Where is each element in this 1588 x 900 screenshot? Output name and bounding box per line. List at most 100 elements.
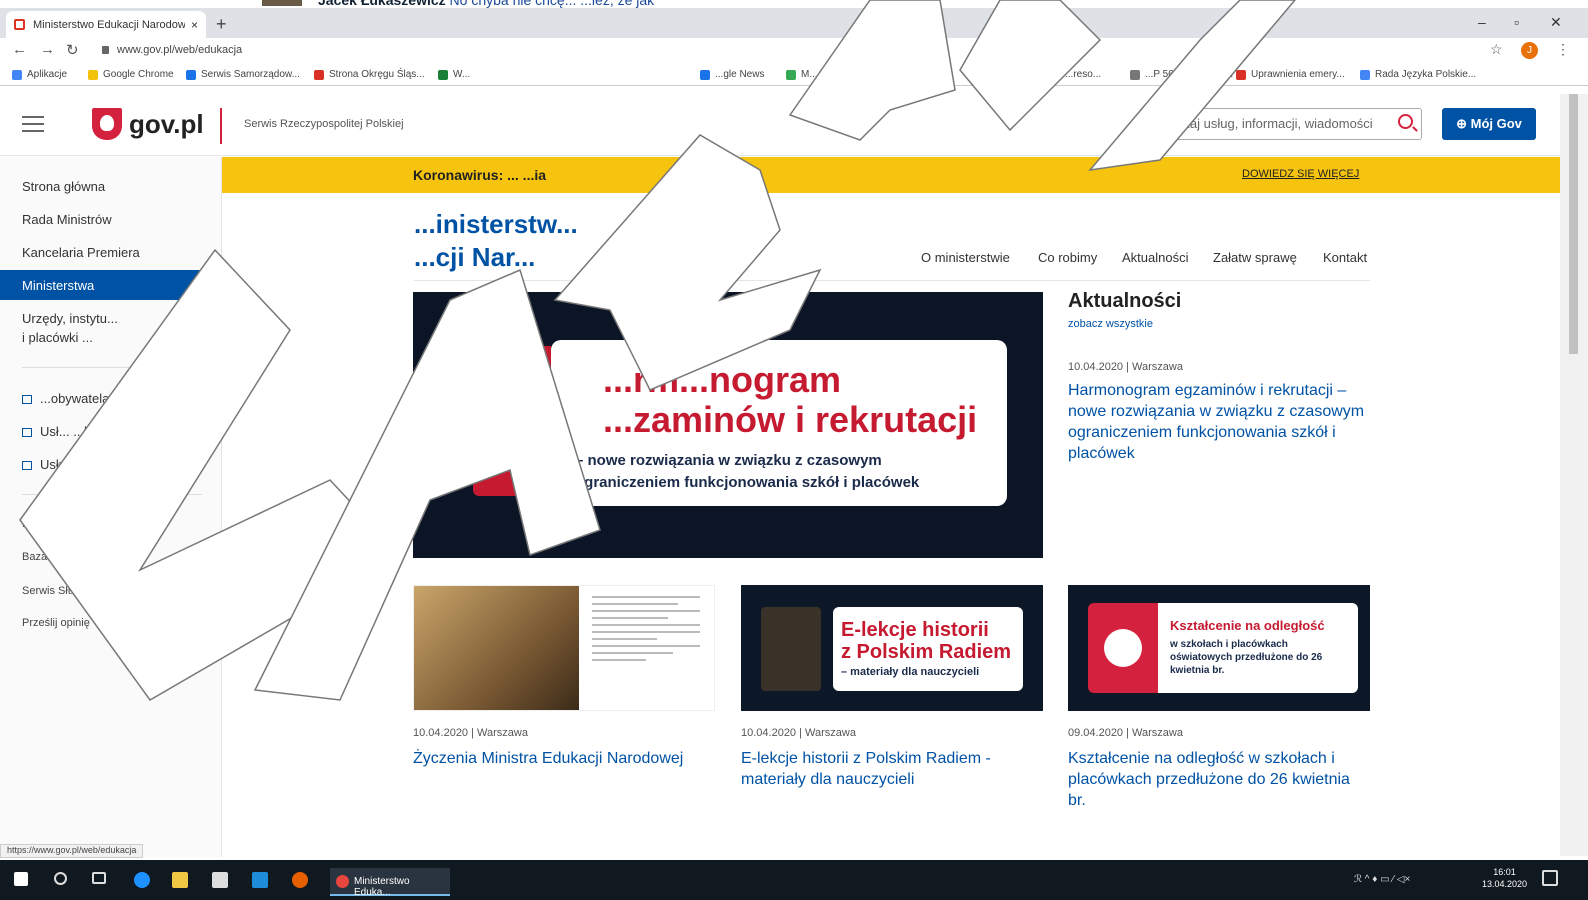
tile-image-title: E-lekcje historii z Polskim Radiem [841, 619, 1012, 663]
search-icon[interactable] [1398, 114, 1413, 129]
bookmark-item[interactable]: Strona Okręgu Śląs... [314, 69, 425, 80]
tile-image-easter[interactable] [413, 585, 715, 711]
bookmark-item[interactable]: Aplikacje [12, 69, 67, 80]
monitor-icon [22, 461, 32, 471]
search-icon[interactable] [54, 872, 67, 885]
sidebar-item-official[interactable]: Usługi dla urzędnika [22, 457, 157, 472]
tile-link-elessons[interactable]: E-lekcje historii z Polskim Radiem - mat… [741, 748, 1031, 790]
sidebar-divider [22, 367, 202, 368]
url-text: www.gov.pl/web/edukacja [117, 44, 243, 56]
bookmark-favicon-icon [438, 69, 448, 80]
bookmark-favicon-icon [314, 69, 324, 80]
bookmark-favicon-icon [1360, 69, 1370, 80]
tile-image-distance-learning[interactable]: Kształcenie na odległość w szkołach i pl… [1068, 585, 1370, 711]
sidebar-item-citizen[interactable]: ...obywatela [22, 391, 109, 406]
sidebar-divider [22, 494, 202, 495]
nav-about[interactable]: O ministerstwie [921, 250, 1010, 265]
hamburger-menu-icon[interactable] [22, 116, 44, 137]
system-tray[interactable]: ℛ ^ ♦ ▭ ⁄ ◁× [1354, 874, 1410, 885]
lock-icon [102, 46, 109, 55]
bookmark-item[interactable]: ...reso... [1050, 69, 1101, 80]
back-arrow-icon[interactable]: ← [12, 41, 27, 58]
scrollbar-thumb[interactable] [1569, 94, 1578, 354]
bookmark-item[interactable]: W... [438, 69, 470, 80]
store-icon[interactable] [212, 872, 228, 888]
alert-message: Koronawirus: ... ...ia [413, 167, 547, 183]
bookmark-item[interactable]: ...gle News [700, 69, 764, 80]
eagle-emblem-icon [92, 108, 122, 140]
minimize-button[interactable]: – [1478, 14, 1486, 30]
tab-close-icon[interactable]: × [191, 18, 198, 32]
close-window-button[interactable]: ✕ [1550, 14, 1562, 31]
sidebar-item-offices[interactable]: Urzędy, instytu... [22, 311, 118, 326]
hero-banner[interactable]: ...rm...nogram ...zaminów i rekrutacji –… [413, 292, 1043, 558]
news-meta: 10.04.2020 | Warszawa [1068, 361, 1183, 373]
reload-icon[interactable]: ↻ [66, 41, 79, 59]
bookmark-favicon-icon [1130, 69, 1140, 80]
forward-arrow-icon[interactable]: → [40, 41, 55, 58]
browser-tab-bar: Ministerstwo Edukacji Narodow × + – ▫ ✕ [0, 8, 1588, 38]
sidebar-item-chancellery[interactable]: Kancelaria Premiera [22, 245, 140, 260]
gov-logo[interactable]: gov.pl [92, 108, 204, 140]
browser-menu-icon[interactable]: ⋮ [1556, 41, 1570, 58]
maximize-button[interactable]: ▫ [1514, 14, 1519, 30]
sidebar: Strona główna Rada Ministrów Kancelaria … [0, 157, 222, 857]
sidebar-item-ministries[interactable]: Ministerstwa [0, 270, 222, 300]
nav-news[interactable]: Aktualności [1122, 250, 1188, 265]
sidebar-item-council[interactable]: Rada Ministrów [22, 212, 112, 227]
tile-link-distance-learning[interactable]: Kształcenie na odległość w szkołach i pl… [1068, 748, 1372, 811]
alert-learn-more-link[interactable]: DOWIEDZ SIĘ WIĘCEJ [1242, 168, 1359, 180]
tile-image-elessons[interactable]: E-lekcje historii z Polskim Radiem – mate… [741, 585, 1043, 711]
sidebar-item-feedback[interactable]: Prześlij opinię [22, 617, 90, 629]
tile-image-subtitle: – materiały dla nauczycieli [841, 666, 980, 678]
bookmark-item[interactable]: Rada Języka Polskie... [1360, 69, 1476, 80]
moj-gov-button[interactable]: ⊕ Mój Gov [1442, 108, 1536, 140]
tile-link-easter[interactable]: Życzenia Ministra Edukacji Narodowej [413, 748, 717, 769]
document-icon [473, 346, 551, 496]
bookmark-item[interactable]: ...P 56/91 - Prawo... [1130, 69, 1233, 80]
sidebar-item-knowledge-base[interactable]: Baza wiedzy [22, 551, 84, 563]
sidebar-item-civil-service[interactable]: Serwis Służby Cywilnej ↗ [22, 584, 147, 597]
taskbar-chrome-app[interactable]: Ministerstwo Eduka... [330, 868, 450, 898]
painting-image [414, 586, 579, 710]
letter-image [592, 596, 700, 702]
file-explorer-icon[interactable] [172, 872, 188, 888]
nav-divider [414, 280, 1370, 281]
tab-title: Ministerstwo Edukacji Narodow [33, 18, 185, 31]
nav-services[interactable]: Załatw sprawę [1213, 250, 1297, 265]
bookmark-item[interactable]: Uprawnienia emery... [1236, 69, 1345, 80]
windows-start-icon[interactable] [14, 872, 28, 886]
tile-meta: 10.04.2020 | Warszawa [413, 727, 528, 739]
browser-tab[interactable]: Ministerstwo Edukacji Narodow × [6, 11, 206, 38]
search-input[interactable]: Szukaj usług, informacji, wiadomości [1152, 108, 1422, 140]
sidebar-item-business[interactable]: Usł... ...la przedsiębio [22, 424, 164, 439]
sidebar-item-offices-line2[interactable]: i placówki ... [22, 330, 93, 345]
tile-meta: 10.04.2020 | Warszawa [741, 727, 856, 739]
bookmark-star-icon[interactable]: ☆ [1490, 41, 1503, 58]
news-see-all-link[interactable]: zobacz wszystkie [1068, 318, 1153, 330]
bookmarks-bar: Aplikacje Google Chrome Serwis Samorządow.… [0, 64, 1588, 86]
sidebar-item-home[interactable]: Strona główna [22, 179, 105, 194]
profile-avatar[interactable]: J [1521, 42, 1538, 59]
hero-headline: ...rm...nogram ...zaminów i rekrutacji [603, 359, 978, 440]
status-url: https://www.gov.pl/web/edukacja [0, 844, 144, 858]
new-tab-button[interactable]: + [216, 14, 227, 35]
clock[interactable]: 16:01 13.04.2020 [1482, 866, 1527, 890]
task-view-icon[interactable] [92, 872, 106, 884]
firefox-icon[interactable] [292, 872, 308, 888]
mail-icon[interactable] [252, 872, 268, 888]
bookmark-item[interactable]: Google Chrome [88, 69, 174, 80]
news-item-link[interactable]: Harmonogram egzaminów i rekrutacji – now… [1068, 380, 1372, 464]
bookmark-item[interactable]: Serwis Samorządow... [186, 69, 300, 80]
sidebar-item-trusted-profile[interactable]: Profil zaufany [22, 518, 89, 530]
header-subtitle: Serwis Rzeczypospolitej Polskiej [244, 118, 404, 130]
edge-icon[interactable] [134, 872, 150, 888]
bookmark-item[interactable]: M... [786, 69, 818, 80]
news-heading: Aktualności [1068, 290, 1182, 312]
url-field[interactable]: www.gov.pl/web/edukacja [102, 44, 242, 56]
tile-meta: 09.04.2020 | Warszawa [1068, 727, 1183, 739]
nav-what-we-do[interactable]: Co robimy [1038, 250, 1097, 265]
notifications-icon[interactable] [1542, 870, 1558, 886]
nav-contact[interactable]: Kontakt [1323, 250, 1367, 265]
page-scrollbar[interactable] [1560, 94, 1588, 856]
